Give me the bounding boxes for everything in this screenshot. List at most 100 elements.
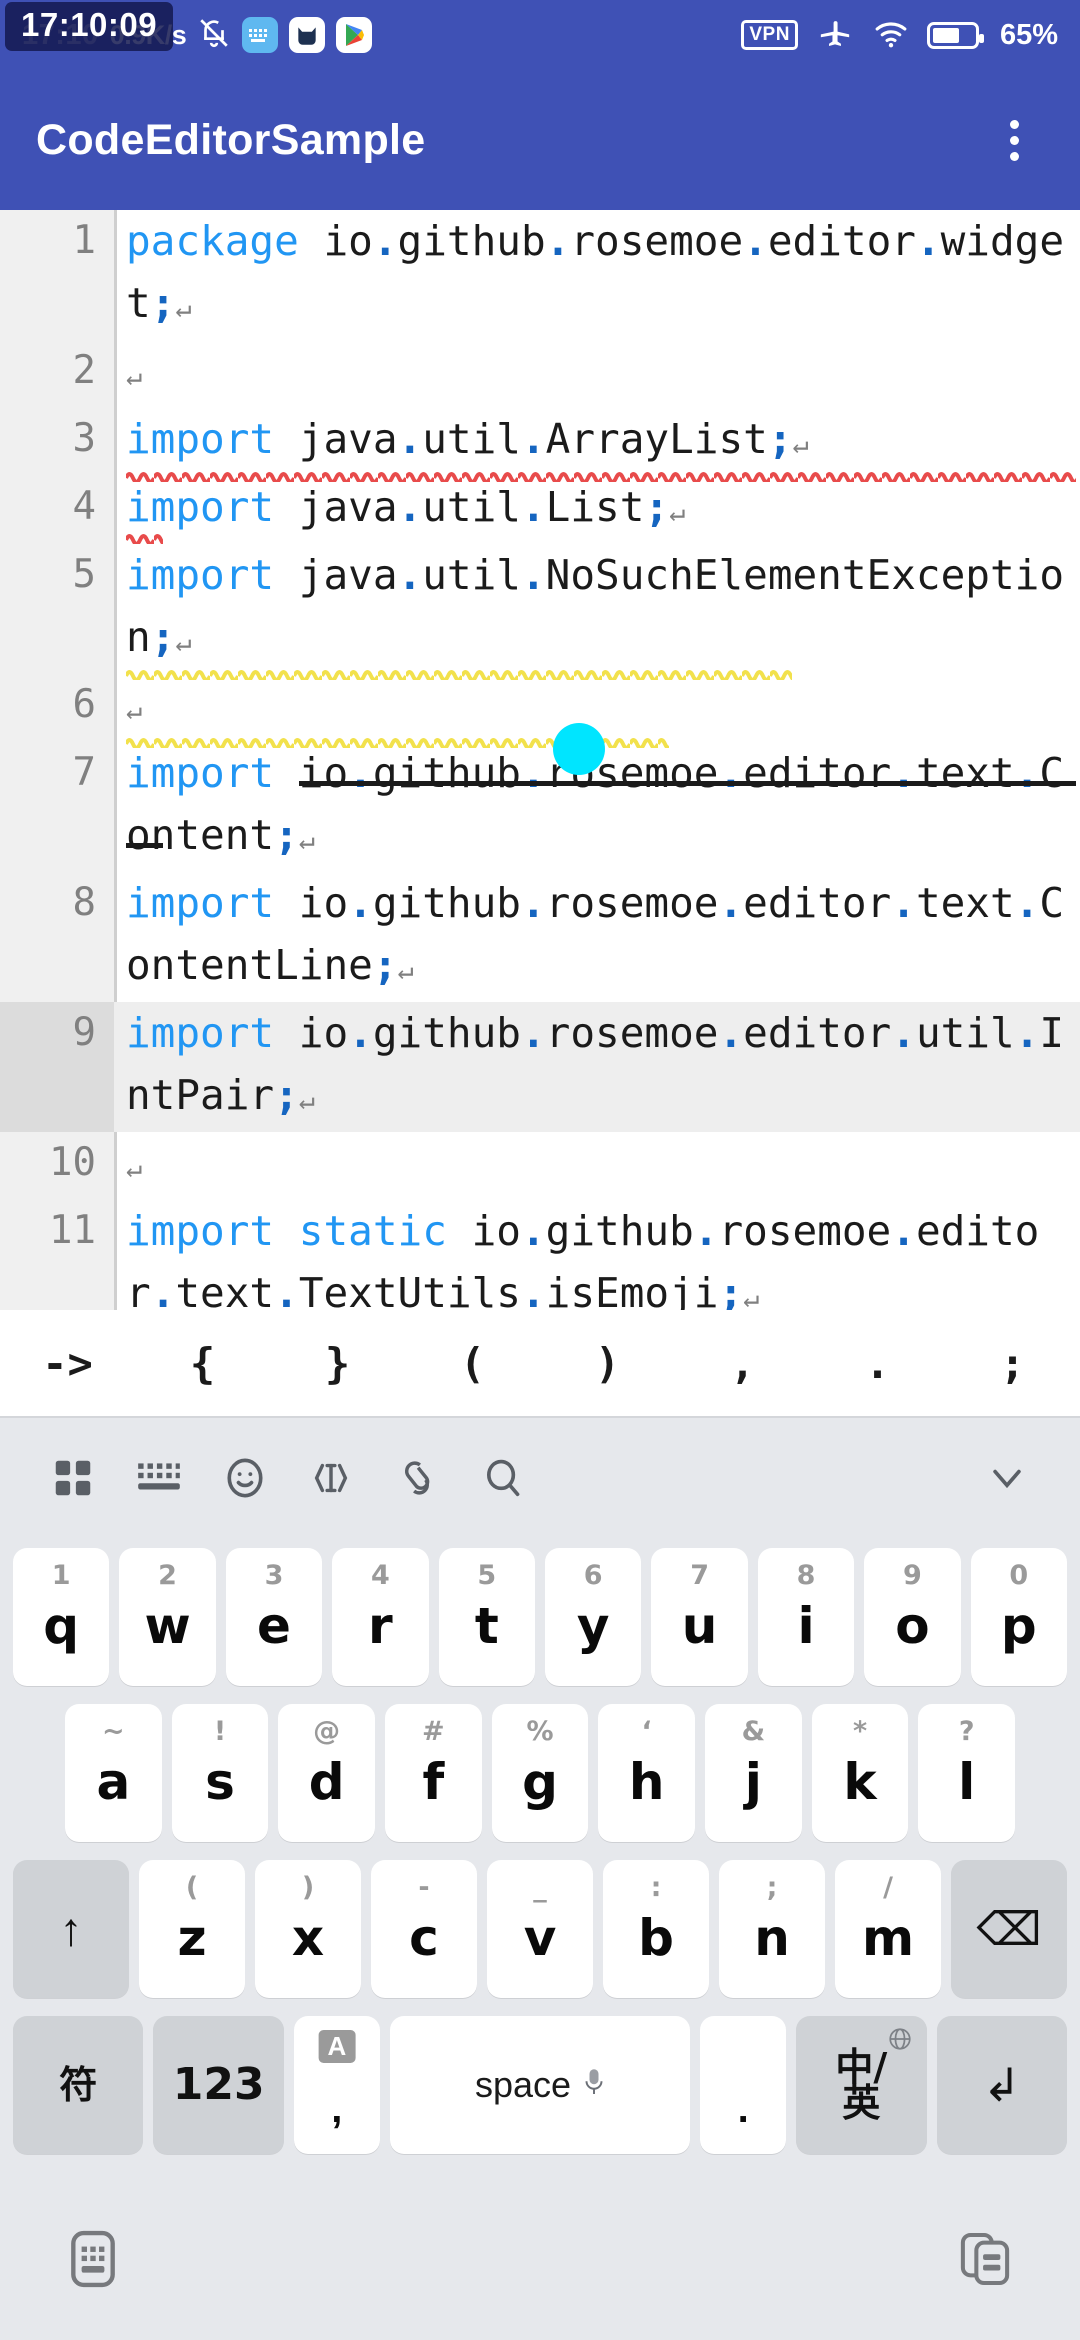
key-n[interactable]: ; n	[719, 1860, 825, 1998]
key-c[interactable]: -c	[371, 1860, 477, 1998]
keyboard-icon[interactable]	[116, 1455, 202, 1501]
keyboard-toolbar[interactable]	[0, 1418, 1080, 1538]
space-key[interactable]: space	[389, 2016, 691, 2154]
symbol-input-bar[interactable]: ->{}(),.;	[0, 1310, 1080, 1418]
multi-window-icon[interactable]	[960, 2230, 1010, 2293]
editor-line[interactable]: 1 package io.github.rosemoe.editor.widget…	[0, 210, 1080, 340]
key-x[interactable]: ) x	[255, 1860, 361, 1998]
keyboard-row-3[interactable]: ↑ (z) x - c _ v: b; n / m ⌫	[8, 1856, 1072, 2002]
key-q[interactable]: 1q	[12, 1548, 110, 1686]
cursor-handle[interactable]	[553, 723, 605, 775]
backspace-key[interactable]: ⌫	[951, 1860, 1067, 1998]
play-store-icon	[336, 17, 373, 53]
editor-line[interactable]: 10 ↵	[0, 1132, 1080, 1200]
code-editor[interactable]: 1 package io.github.rosemoe.editor.widget…	[0, 210, 1080, 1310]
key-a[interactable]: ~ a	[64, 1704, 162, 1842]
editor-lines[interactable]: 1 package io.github.rosemoe.editor.widget…	[0, 210, 1080, 1310]
symbol-key[interactable]: {	[135, 1339, 270, 1388]
key-u[interactable]: 7u	[651, 1548, 748, 1686]
editor-line[interactable]: 9 import io.github.rosemoe.editor.util.In…	[0, 1002, 1080, 1132]
numbers-key[interactable]: 123	[153, 2016, 284, 2154]
line-content[interactable]: ↵	[114, 340, 1080, 408]
text-cursor-icon[interactable]	[288, 1455, 374, 1501]
editor-line[interactable]: 11 import static io.github.rosemoe.editor…	[0, 1200, 1080, 1310]
language-switch-key[interactable]: 中/ 英	[796, 2016, 927, 2154]
clipboard-icon[interactable]	[374, 1455, 460, 1501]
key-z[interactable]: (z	[139, 1860, 245, 1998]
language-switch-label: 中/ 英	[835, 2048, 887, 2122]
symbols-key[interactable]: 符	[13, 2016, 144, 2154]
key-f[interactable]: # f	[385, 1704, 482, 1842]
line-content[interactable]: import io.github.rosemoe.editor.util.Int…	[114, 1002, 1080, 1132]
keyboard-switcher-icon[interactable]	[70, 2230, 116, 2293]
key-i[interactable]: 8i	[757, 1548, 855, 1686]
line-content[interactable]: import java.util.List;↵	[114, 476, 1080, 544]
key-s[interactable]: ! s	[171, 1704, 269, 1842]
key-label: q	[43, 1597, 80, 1655]
key-p[interactable]: 0p	[970, 1548, 1068, 1686]
symbol-key[interactable]: .	[810, 1339, 945, 1388]
key-label: j	[744, 1753, 762, 1811]
symbol-key[interactable]: ;	[945, 1339, 1080, 1388]
key-m[interactable]: / m	[835, 1860, 941, 1998]
screen-recorder-timestamp: 17:10:09	[5, 2, 174, 51]
line-content[interactable]: import java.util.NoSuchElementException;…	[114, 544, 1080, 674]
microphone-icon[interactable]	[583, 2064, 605, 2106]
search-icon[interactable]	[460, 1455, 546, 1501]
keyboard-row-3-letters[interactable]: (z) x - c _ v: b; n / m	[134, 1856, 946, 2002]
key-b[interactable]: :b	[603, 1860, 709, 1998]
key-g[interactable]: % g	[491, 1704, 589, 1842]
enter-key[interactable]: ↲	[936, 2016, 1067, 2154]
status-bar-right: VPN 65%	[741, 16, 1058, 55]
editor-line[interactable]: 3 import java.util.ArrayList;↵	[0, 408, 1080, 476]
keyboard-row-1[interactable]: 1q2w3e4r5t6y7u8i9o0p	[8, 1544, 1072, 1690]
editor-line[interactable]: 6 ↵	[0, 674, 1080, 742]
keyboard-row-2[interactable]: ~ a! s @ d # f% g ‘h & j * k? l	[8, 1700, 1072, 1846]
virtual-keyboard[interactable]: 1q2w3e4r5t6y7u8i9o0p ~ a! s @ d # f% g ‘h & j * k? l …	[0, 1538, 1080, 2200]
key-y[interactable]: 6y	[545, 1548, 642, 1686]
emoji-icon[interactable]	[202, 1455, 288, 1501]
key-j[interactable]: & j	[705, 1704, 802, 1842]
symbol-key[interactable]: }	[270, 1339, 405, 1388]
overflow-menu-button[interactable]	[984, 104, 1044, 176]
key-hint: (	[185, 1872, 199, 1903]
line-content[interactable]: import static io.github.rosemoe.editor.t…	[114, 1200, 1080, 1310]
key-v[interactable]: _ v	[487, 1860, 593, 1998]
key-e[interactable]: 3e	[225, 1548, 323, 1686]
key-label: d	[308, 1753, 345, 1811]
key-l[interactable]: ? l	[918, 1704, 1016, 1842]
editor-line[interactable]: 5 import java.util.NoSuchElementException…	[0, 544, 1080, 674]
keyboard-row-4[interactable]: 符 123 A , space . 中/ 英 ↲	[8, 2012, 1072, 2158]
period-key[interactable]: .	[700, 2016, 787, 2154]
editor-line[interactable]: 4 import java.util.List;↵	[0, 476, 1080, 544]
system-nav-bar[interactable]	[0, 2200, 1080, 2340]
key-d[interactable]: @ d	[278, 1704, 375, 1842]
key-r[interactable]: 4r	[332, 1548, 429, 1686]
key-k[interactable]: * k	[811, 1704, 909, 1842]
key-w[interactable]: 2w	[119, 1548, 216, 1686]
chevron-down-icon[interactable]	[964, 1456, 1050, 1500]
symbol-key[interactable]: ,	[675, 1339, 810, 1388]
line-number: 1	[72, 218, 96, 263]
symbol-key[interactable]: ->	[0, 1339, 135, 1388]
shift-key[interactable]: ↑	[13, 1860, 129, 1998]
editor-line[interactable]: 7 import io.github.rosemoe.editor.text.Co…	[0, 742, 1080, 872]
grid-menu-icon[interactable]	[30, 1455, 116, 1501]
line-content[interactable]: import io.github.rosemoe.editor.text.Con…	[114, 872, 1080, 1002]
wifi-icon	[872, 17, 910, 54]
symbol-key[interactable]: (	[405, 1339, 540, 1388]
airplane-mode-icon	[815, 16, 855, 55]
editor-line[interactable]: 2 ↵	[0, 340, 1080, 408]
key-hint: ;	[766, 1872, 778, 1903]
line-content[interactable]: ↵	[114, 1132, 1080, 1200]
line-content[interactable]: import java.util.ArrayList;↵	[114, 408, 1080, 476]
key-t[interactable]: 5t	[438, 1548, 535, 1686]
editor-line[interactable]: 8 import io.github.rosemoe.editor.text.Co…	[0, 872, 1080, 1002]
line-number: 11	[49, 1208, 96, 1253]
symbol-key[interactable]: )	[540, 1339, 675, 1388]
key-o[interactable]: 9o	[864, 1548, 961, 1686]
comma-key[interactable]: A ,	[293, 2016, 380, 2154]
line-content[interactable]: package io.github.rosemoe.editor.widget;…	[114, 210, 1080, 340]
key-label: w	[144, 1597, 191, 1655]
key-h[interactable]: ‘h	[598, 1704, 696, 1842]
